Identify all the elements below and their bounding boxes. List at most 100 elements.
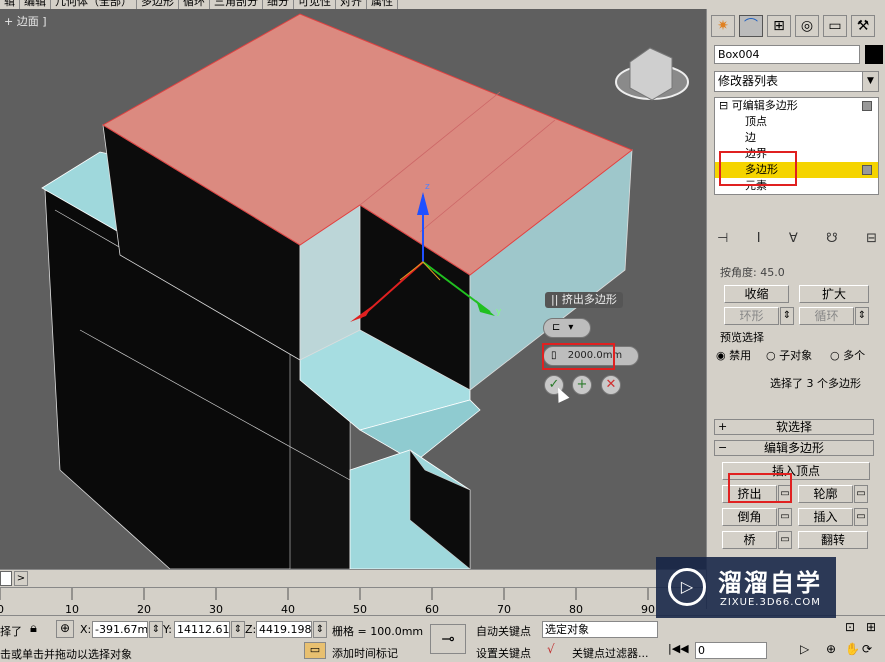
hierarchy-tab-icon[interactable]: ⊞: [767, 15, 791, 37]
viewcube[interactable]: [616, 49, 690, 113]
x-coordinate-field[interactable]: -391.67mm: [92, 621, 148, 638]
inset-button[interactable]: 插入: [798, 508, 853, 526]
display-tab-icon[interactable]: ▭: [823, 15, 847, 37]
outline-settings-icon[interactable]: ▭: [854, 485, 868, 503]
x-label: X:: [80, 623, 92, 636]
outline-button[interactable]: 轮廓: [798, 485, 853, 503]
gizmo-z-label: z: [425, 182, 430, 192]
zoom-extents-icon[interactable]: ⊡: [845, 620, 855, 634]
menu-item[interactable]: 对齐: [336, 0, 367, 9]
bridge-settings-icon[interactable]: ▭: [778, 531, 792, 549]
menu-item[interactable]: 多边形: [137, 0, 179, 9]
z-spinner-icon[interactable]: ⇕: [313, 621, 327, 638]
loop-spinner-icon[interactable]: ⇕: [855, 307, 869, 325]
time-slider[interactable]: >: [0, 569, 706, 587]
by-angle-row[interactable]: 按角度: 45.0: [720, 267, 785, 280]
edit-polygons-rollout[interactable]: − 编辑多边形: [714, 440, 874, 456]
pin-stack-icon[interactable]: ⊣: [717, 231, 728, 251]
lock-icon[interactable]: 🔒︎: [30, 621, 37, 636]
dropdown-arrow-icon: ▾: [568, 322, 574, 333]
menu-item[interactable]: 可见性: [294, 0, 336, 9]
key-filters-button[interactable]: 关键点过滤器...: [572, 645, 649, 661]
menu-item[interactable]: 几何体（全部）: [51, 0, 137, 9]
selection-set-dropdown[interactable]: 选定对象: [542, 621, 658, 638]
zoom-icon[interactable]: ⊕: [826, 642, 836, 656]
current-frame-field[interactable]: 0: [695, 642, 767, 659]
absolute-mode-icon[interactable]: ⊕: [56, 620, 74, 638]
orbit-icon[interactable]: ⟳: [862, 642, 872, 656]
key-icon[interactable]: ⊸: [430, 624, 466, 654]
ruler-ticks: [0, 588, 649, 600]
stack-item-edge[interactable]: 边: [715, 130, 878, 146]
selection-count-text: 择了: [0, 625, 22, 638]
radio-disabled[interactable]: ◉ 禁用: [716, 347, 751, 363]
modifier-list-dropdown[interactable]: 修改器列表 ▼: [714, 71, 879, 92]
inset-settings-icon[interactable]: ▭: [854, 508, 868, 526]
soft-selection-rollout[interactable]: + 软选择: [714, 419, 874, 435]
remove-modifier-icon[interactable]: ☋: [826, 231, 838, 251]
extrude-type-dropdown[interactable]: ⊏ ▾: [543, 318, 591, 338]
modify-tab-icon[interactable]: ⌒: [739, 15, 763, 37]
shrink-button[interactable]: 收缩: [724, 285, 789, 303]
bevel-settings-icon[interactable]: ▭: [778, 508, 792, 526]
grow-button[interactable]: 扩大: [799, 285, 869, 303]
viewport-label[interactable]: + 边面 ]: [4, 13, 47, 29]
selection-set-value: 选定对象: [545, 623, 589, 636]
bridge-button[interactable]: 桥: [722, 531, 777, 549]
make-unique-icon[interactable]: ∀: [789, 231, 798, 251]
time-slider-thumb[interactable]: [0, 571, 12, 586]
preview-selection-title: 预览选择: [720, 331, 764, 344]
radio-multiple[interactable]: ○ 多个: [830, 347, 865, 363]
utilities-tab-icon[interactable]: ⚒: [851, 15, 875, 37]
stack-toggle-icon: [862, 101, 872, 111]
apply-plus-icon[interactable]: +: [572, 375, 592, 395]
watermark: ▷ 溜溜自学 ZIXUE.3D66.COM: [656, 557, 836, 618]
stack-item-editable-poly[interactable]: ⊟ 可编辑多边形: [715, 98, 878, 114]
z-coordinate-field[interactable]: 4419.198m: [256, 621, 312, 638]
ring-spinner-icon[interactable]: ⇕: [780, 307, 794, 325]
radio-off-icon: ○: [766, 349, 776, 362]
motion-tab-icon[interactable]: ◎: [795, 15, 819, 37]
modifier-list-label: 修改器列表: [718, 74, 779, 88]
auto-key-button[interactable]: 自动关键点: [476, 623, 531, 639]
menu-item[interactable]: 属性: [367, 0, 398, 9]
cancel-x-icon[interactable]: ✕: [601, 375, 621, 395]
stack-toggle-icon: [862, 165, 872, 175]
radio-subobject[interactable]: ○ 子对象: [766, 347, 812, 363]
menu-item[interactable]: 编辑: [20, 0, 51, 9]
watermark-logo-icon: ▷: [668, 568, 706, 606]
menu-item[interactable]: 循环: [179, 0, 210, 9]
flip-button[interactable]: 翻转: [798, 531, 868, 549]
y-spinner-icon[interactable]: ⇕: [231, 621, 245, 638]
menu-item[interactable]: 细分: [263, 0, 294, 9]
perspective-viewport[interactable]: + 边面 ] z y || 挤出多边形 ⊏ ▾ ▯ 2000.0mm ✓ + ✕: [0, 9, 706, 569]
stack-item-vertex[interactable]: 顶点: [715, 114, 878, 130]
configure-sets-icon[interactable]: ⊟: [866, 231, 877, 251]
add-time-tag[interactable]: 添加时间标记: [332, 645, 398, 661]
show-end-result-icon[interactable]: Ⅰ: [757, 231, 761, 251]
play-icon[interactable]: ▷: [800, 642, 809, 656]
maximize-viewport-icon[interactable]: ⊞: [866, 620, 876, 634]
ring-button[interactable]: 环形: [724, 307, 779, 325]
extrude-type-icon: ⊏: [552, 322, 561, 333]
stack-root-label: 可编辑多边形: [731, 99, 798, 112]
pan-hand-icon[interactable]: ✋: [845, 642, 860, 656]
goto-start-icon[interactable]: |◀◀: [668, 642, 689, 655]
object-color-swatch[interactable]: [865, 45, 883, 64]
menu-item[interactable]: 辑: [0, 0, 20, 9]
next-frame-arrow-icon[interactable]: >: [14, 571, 28, 586]
dropdown-arrow-icon: ▼: [862, 72, 878, 91]
track-bar[interactable]: 0 10 20 30 40 50 60 70 80 90: [0, 587, 706, 616]
loop-button[interactable]: 循环: [799, 307, 854, 325]
y-coordinate-field[interactable]: 14112.614: [174, 621, 230, 638]
bevel-button[interactable]: 倒角: [722, 508, 777, 526]
menu-item[interactable]: 三角剖分: [210, 0, 263, 9]
scene-render: [41, 13, 689, 569]
create-tab-icon[interactable]: ✷: [711, 15, 735, 37]
set-key-button[interactable]: 设置关键点: [476, 645, 531, 661]
modifier-rollouts: 按角度: 45.0 收缩 扩大 环形 ⇕ 循环 ⇕ 预览选择 ◉ 禁用 ○ 子对…: [714, 267, 876, 607]
x-spinner-icon[interactable]: ⇕: [149, 621, 163, 638]
object-name-field[interactable]: Box004: [714, 45, 860, 64]
selection-status: 选择了 3 个多边形: [770, 377, 861, 390]
time-tag-icon[interactable]: ▭: [304, 642, 326, 659]
